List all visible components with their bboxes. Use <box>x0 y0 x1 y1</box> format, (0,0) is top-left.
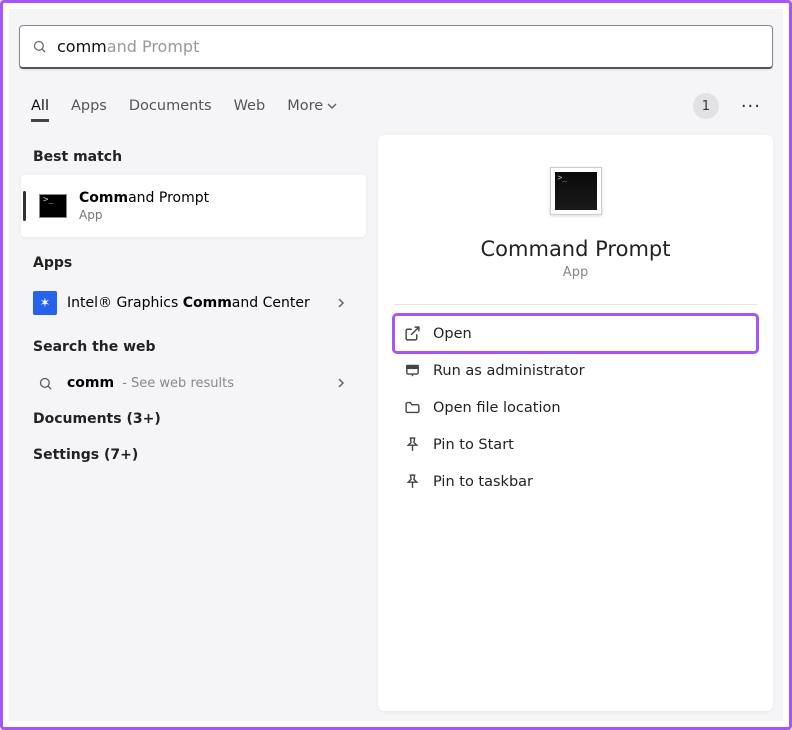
search-bar-container: command Prompt <box>9 9 783 75</box>
best-match-result[interactable]: Command Prompt App <box>21 175 366 237</box>
results-column: Best match Command Prompt App Apps ✶ Int… <box>19 135 366 711</box>
command-prompt-icon <box>39 194 67 218</box>
pin-icon <box>404 473 421 490</box>
chevron-right-icon <box>336 298 346 308</box>
intel-graphics-icon: ✶ <box>33 291 57 315</box>
best-match-subtitle: App <box>79 208 209 222</box>
documents-category[interactable]: Documents (3+) <box>19 401 366 437</box>
search-text: command Prompt <box>57 37 760 56</box>
app-result-title: Intel® Graphics Command Center <box>67 295 310 311</box>
app-result-intel-graphics[interactable]: ✶ Intel® Graphics Command Center <box>19 281 366 325</box>
web-result-title: comm - See web results <box>67 375 234 391</box>
apps-header: Apps <box>19 241 366 281</box>
search-icon <box>38 376 53 391</box>
shield-admin-icon <box>404 362 421 379</box>
best-match-header: Best match <box>19 135 366 175</box>
tab-documents[interactable]: Documents <box>129 98 212 114</box>
filter-tabs: All Apps Documents Web More 1 ··· <box>9 75 783 129</box>
preview-subtitle: App <box>563 265 588 280</box>
action-open-file-location[interactable]: Open file location <box>394 389 757 426</box>
search-input[interactable]: command Prompt <box>19 25 773 69</box>
action-pin-to-start[interactable]: Pin to Start <box>394 426 757 463</box>
chevron-down-icon <box>327 101 337 111</box>
preview-title: Command Prompt <box>481 237 671 261</box>
search-icon <box>32 39 47 54</box>
settings-category[interactable]: Settings (7+) <box>19 437 366 473</box>
preview-panel: Command Prompt App Open Run as administr… <box>378 135 773 711</box>
action-pin-to-taskbar[interactable]: Pin to taskbar <box>394 463 757 500</box>
action-run-as-admin[interactable]: Run as administrator <box>394 352 757 389</box>
chevron-right-icon <box>336 378 346 388</box>
search-web-header: Search the web <box>19 325 366 365</box>
tab-all[interactable]: All <box>31 98 49 114</box>
preview-app-icon <box>550 167 602 215</box>
tab-apps[interactable]: Apps <box>71 98 107 114</box>
action-open[interactable]: Open <box>394 315 757 352</box>
pin-icon <box>404 436 421 453</box>
web-search-result[interactable]: comm - See web results <box>19 365 366 401</box>
tab-more[interactable]: More <box>287 98 337 114</box>
folder-icon <box>404 399 421 416</box>
tab-web[interactable]: Web <box>234 98 266 114</box>
divider <box>394 304 757 305</box>
overflow-menu-button[interactable]: ··· <box>741 96 761 117</box>
best-match-title: Command Prompt <box>79 190 209 206</box>
open-icon <box>404 325 421 342</box>
notification-badge[interactable]: 1 <box>693 93 719 119</box>
